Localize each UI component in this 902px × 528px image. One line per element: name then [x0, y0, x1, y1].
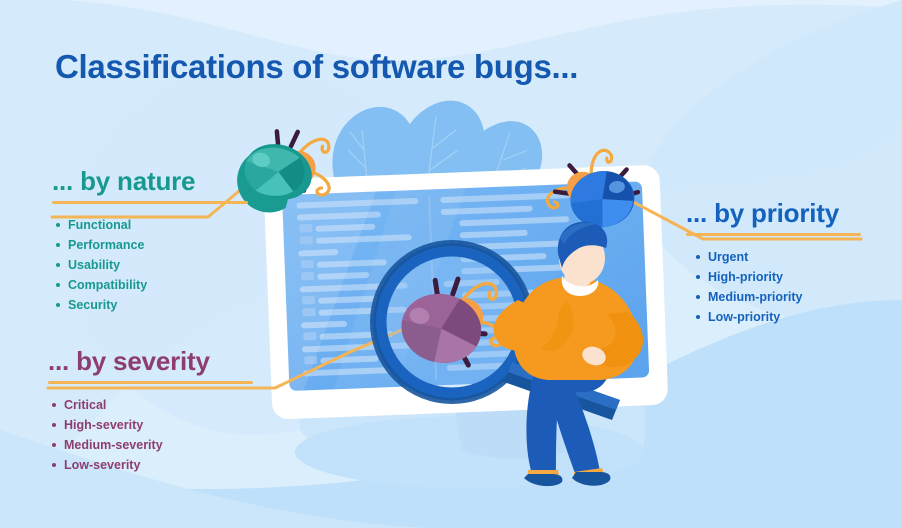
section-rule-nature — [52, 201, 248, 205]
list-by-nature: Functional Performance Usability Compati… — [52, 215, 248, 315]
section-heading-severity: ... by severity — [48, 346, 210, 376]
page-title: Classifications of software bugs... — [55, 48, 579, 85]
list-item: Performance — [52, 235, 248, 255]
section-heading-priority: ... by priority — [686, 198, 840, 228]
list-item: Security — [52, 295, 248, 315]
list-item: Low-severity — [48, 455, 253, 475]
section-heading-nature: ... by nature — [52, 166, 196, 196]
section-rule-severity — [48, 381, 253, 385]
list-item: Usability — [52, 255, 248, 275]
list-item: High-severity — [48, 415, 253, 435]
list-by-severity: Critical High-severity Medium-severity L… — [48, 395, 253, 475]
list-item: Compatibility — [52, 275, 248, 295]
section-by-priority: ... by priority Urgent High-priority Med… — [686, 198, 861, 327]
list-item: Low-priority — [692, 307, 861, 327]
section-by-severity: ... by severity Critical High-severity M… — [48, 346, 253, 475]
list-item: Critical — [48, 395, 253, 415]
list-item: Medium-severity — [48, 435, 253, 455]
list-item: Medium-priority — [692, 287, 861, 307]
infographic-canvas: Classifications of software bugs... ... … — [0, 0, 902, 528]
list-item: Urgent — [692, 247, 861, 267]
list-item: High-priority — [692, 267, 861, 287]
section-rule-priority — [686, 233, 861, 237]
section-by-nature: ... by nature Functional Performance Usa… — [52, 166, 248, 315]
list-item: Functional — [52, 215, 248, 235]
list-by-priority: Urgent High-priority Medium-priority Low… — [692, 247, 861, 327]
